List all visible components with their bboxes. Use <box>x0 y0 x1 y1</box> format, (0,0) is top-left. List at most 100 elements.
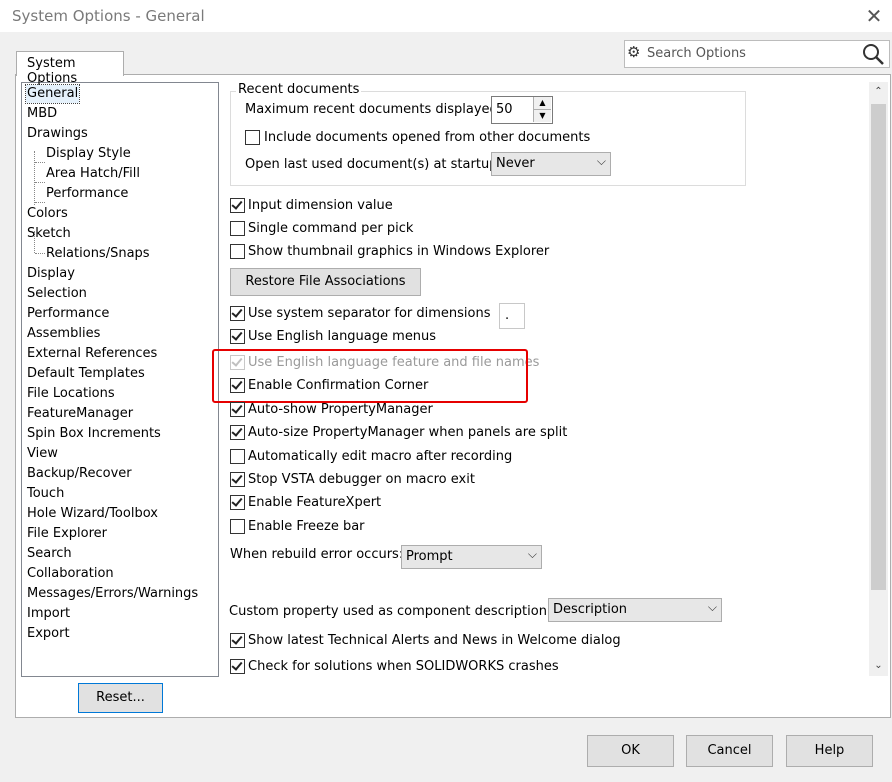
show-alerts-checkbox[interactable] <box>230 633 245 648</box>
featurexpert-label: Enable FeatureXpert <box>248 495 382 510</box>
chevron-down-icon: ⌵ <box>707 600 717 614</box>
tree-item-external-references[interactable]: External References <box>27 345 157 363</box>
open-last-value: Never <box>496 156 535 171</box>
rebuild-error-label: When rebuild error occurs: <box>230 547 404 562</box>
tree-item-spin-box-increments[interactable]: Spin Box Increments <box>27 425 161 443</box>
scroll-down-icon[interactable]: ⌄ <box>869 656 888 676</box>
tree-item-general[interactable]: General <box>24 84 81 104</box>
freeze-bar-checkbox[interactable] <box>230 519 245 534</box>
reset-button-label: Reset... <box>96 690 145 705</box>
ok-button[interactable]: OK <box>587 735 674 767</box>
single-command-checkbox[interactable] <box>230 221 245 236</box>
tree-item-area-hatch[interactable]: Area Hatch/Fill <box>46 165 140 183</box>
tree-item-relations-snaps[interactable]: Relations/Snaps <box>46 245 150 263</box>
autosize-pm-checkbox[interactable] <box>230 425 245 440</box>
show-thumbnail-checkbox[interactable] <box>230 244 245 259</box>
window-title: System Options - General <box>12 7 205 25</box>
title-bar: System Options - General ✕ <box>0 0 892 32</box>
tab-label: System Options <box>27 56 78 86</box>
search-icon[interactable] <box>859 41 887 67</box>
help-label: Help <box>814 743 845 758</box>
include-documents-checkbox[interactable] <box>245 130 260 145</box>
tree-item-hole-wizard[interactable]: Hole Wizard/Toolbox <box>27 505 158 523</box>
show-alerts-label: Show latest Technical Alerts and News in… <box>248 633 621 648</box>
tree-item-drawings-performance[interactable]: Performance <box>46 185 128 203</box>
search-input[interactable]: ⚙ Search Options <box>624 40 890 68</box>
restore-file-associations-button[interactable]: Restore File Associations <box>230 268 421 296</box>
recent-documents-title: Recent documents <box>236 82 362 97</box>
scrollbar-thumb[interactable] <box>871 104 886 590</box>
restore-button-label: Restore File Associations <box>245 274 406 289</box>
cancel-label: Cancel <box>707 743 752 758</box>
vertical-scrollbar[interactable]: ⌃ ⌄ <box>869 82 888 676</box>
close-icon[interactable]: ✕ <box>862 4 886 28</box>
spin-up-icon[interactable]: ▲ <box>533 97 551 110</box>
include-documents-label: Include documents opened from other docu… <box>264 130 591 145</box>
open-last-select[interactable]: Never ⌵ <box>491 152 611 176</box>
scroll-up-icon[interactable]: ⌃ <box>869 82 888 102</box>
chevron-down-icon: ⌵ <box>596 154 606 168</box>
tree-item-mbd[interactable]: MBD <box>27 105 57 123</box>
tree-item-display-style[interactable]: Display Style <box>46 145 131 163</box>
highlight-box <box>212 349 528 403</box>
show-thumbnail-label: Show thumbnail graphics in Windows Explo… <box>248 244 550 259</box>
gear-icon[interactable]: ⚙ <box>627 43 640 61</box>
reset-button[interactable]: Reset... <box>78 683 163 713</box>
tree-item-collaboration[interactable]: Collaboration <box>27 565 114 583</box>
check-solutions-checkbox[interactable] <box>230 659 245 674</box>
tree-item-selection[interactable]: Selection <box>27 285 87 303</box>
autoshow-pm-checkbox[interactable] <box>230 402 245 417</box>
autosize-pm-label: Auto-size PropertyManager when panels ar… <box>248 425 568 440</box>
tree-item-touch[interactable]: Touch <box>27 485 64 503</box>
tree-item-display[interactable]: Display <box>27 265 75 283</box>
tree-item-sketch[interactable]: Sketch <box>27 225 71 243</box>
open-last-label: Open last used document(s) at startup: <box>245 157 502 172</box>
check-solutions-label: Check for solutions when SOLIDWORKS cras… <box>248 659 559 674</box>
tree-item-assemblies[interactable]: Assemblies <box>27 325 100 343</box>
tree-item-file-locations[interactable]: File Locations <box>27 385 115 403</box>
rebuild-error-select[interactable]: Prompt ⌵ <box>401 545 542 569</box>
custom-property-select[interactable]: Description ⌵ <box>548 598 722 622</box>
tree-item-drawings[interactable]: Drawings <box>27 125 88 143</box>
rebuild-error-value: Prompt <box>406 549 453 564</box>
tree-item-featuremanager[interactable]: FeatureManager <box>27 405 133 423</box>
single-command-label: Single command per pick <box>248 221 414 236</box>
cancel-button[interactable]: Cancel <box>686 735 773 767</box>
tree-item-messages[interactable]: Messages/Errors/Warnings <box>27 585 198 603</box>
system-separator-checkbox[interactable] <box>230 306 245 321</box>
auto-edit-macro-checkbox[interactable] <box>230 449 245 464</box>
search-placeholder: Search Options <box>647 46 746 61</box>
tree-item-export[interactable]: Export <box>27 625 70 643</box>
spin-down-icon[interactable]: ▼ <box>533 110 551 122</box>
tree-item-import[interactable]: Import <box>27 605 70 623</box>
max-recent-value: 50 <box>496 102 513 117</box>
custom-property-label: Custom property used as component descri… <box>229 604 552 619</box>
options-tree[interactable]: General MBD Drawings Display Style Area … <box>21 82 219 677</box>
autoshow-pm-label: Auto-show PropertyManager <box>248 402 433 417</box>
ok-label: OK <box>621 743 640 758</box>
help-button[interactable]: Help <box>786 735 873 767</box>
tree-item-default-templates[interactable]: Default Templates <box>27 365 145 383</box>
tree-item-colors[interactable]: Colors <box>27 205 68 223</box>
stop-vsta-checkbox[interactable] <box>230 472 245 487</box>
tree-item-view[interactable]: View <box>27 445 58 463</box>
tab-system-options[interactable]: System Options <box>16 51 124 86</box>
tree-item-performance[interactable]: Performance <box>27 305 109 323</box>
chevron-down-icon: ⌵ <box>527 547 537 561</box>
freeze-bar-label: Enable Freeze bar <box>248 519 365 534</box>
featurexpert-checkbox[interactable] <box>230 495 245 510</box>
english-menus-label: Use English language menus <box>248 329 437 344</box>
tree-item-search[interactable]: Search <box>27 545 72 563</box>
custom-property-value: Description <box>553 602 628 617</box>
max-recent-label: Maximum recent documents displayed: <box>245 102 503 117</box>
input-dimension-checkbox[interactable] <box>230 198 245 213</box>
stop-vsta-label: Stop VSTA debugger on macro exit <box>248 472 475 487</box>
max-recent-spinner[interactable]: 50 ▲ ▼ <box>491 96 553 124</box>
auto-edit-macro-label: Automatically edit macro after recording <box>248 449 513 464</box>
tree-item-file-explorer[interactable]: File Explorer <box>27 525 107 543</box>
english-menus-checkbox[interactable] <box>230 329 245 344</box>
system-separator-label: Use system separator for dimensions <box>248 306 491 321</box>
input-dimension-label: Input dimension value <box>248 198 393 213</box>
tree-item-backup-recover[interactable]: Backup/Recover <box>27 465 132 483</box>
separator-input[interactable]: . <box>499 303 525 329</box>
